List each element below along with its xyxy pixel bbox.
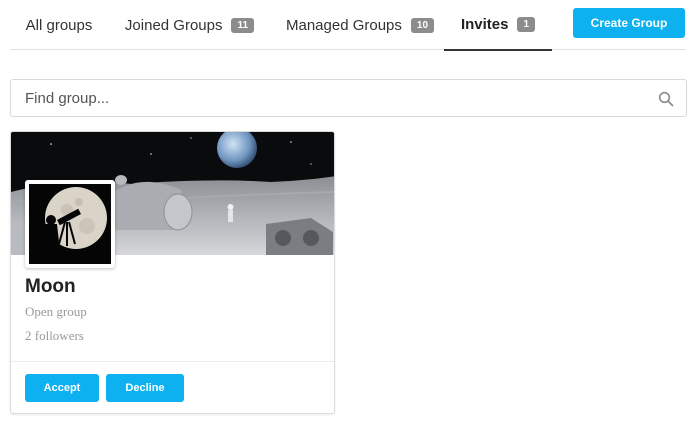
tab-label: All groups bbox=[25, 16, 93, 34]
tab-managed-groups[interactable]: Managed Groups 10 bbox=[275, 0, 445, 50]
search-box bbox=[10, 79, 687, 117]
tab-label: Managed Groups bbox=[285, 16, 402, 34]
create-group-button[interactable]: Create Group bbox=[573, 8, 685, 38]
count-badge: 10 bbox=[410, 17, 435, 33]
tab-joined-groups[interactable]: Joined Groups 11 bbox=[112, 0, 267, 50]
card-divider bbox=[11, 361, 334, 362]
tab-invites[interactable]: Invites 1 bbox=[444, 0, 552, 51]
group-card: Moon Open group 2 followers Accept Decli… bbox=[10, 131, 335, 414]
group-type: Open group bbox=[25, 304, 87, 319]
decline-button[interactable]: Decline bbox=[106, 374, 184, 402]
group-avatar[interactable] bbox=[25, 180, 115, 268]
group-followers: 2 followers bbox=[25, 328, 84, 343]
count-badge: 11 bbox=[231, 17, 255, 33]
moon-silhouette-image bbox=[29, 184, 111, 264]
accept-button[interactable]: Accept bbox=[25, 374, 99, 402]
search-input[interactable] bbox=[25, 80, 645, 116]
tab-label: Joined Groups bbox=[124, 16, 223, 34]
count-badge: 1 bbox=[517, 17, 536, 32]
tab-label: Invites bbox=[460, 16, 509, 33]
tab-all-groups[interactable]: All groups bbox=[10, 0, 108, 50]
group-name[interactable]: Moon bbox=[25, 276, 76, 298]
search-icon[interactable] bbox=[658, 91, 674, 107]
